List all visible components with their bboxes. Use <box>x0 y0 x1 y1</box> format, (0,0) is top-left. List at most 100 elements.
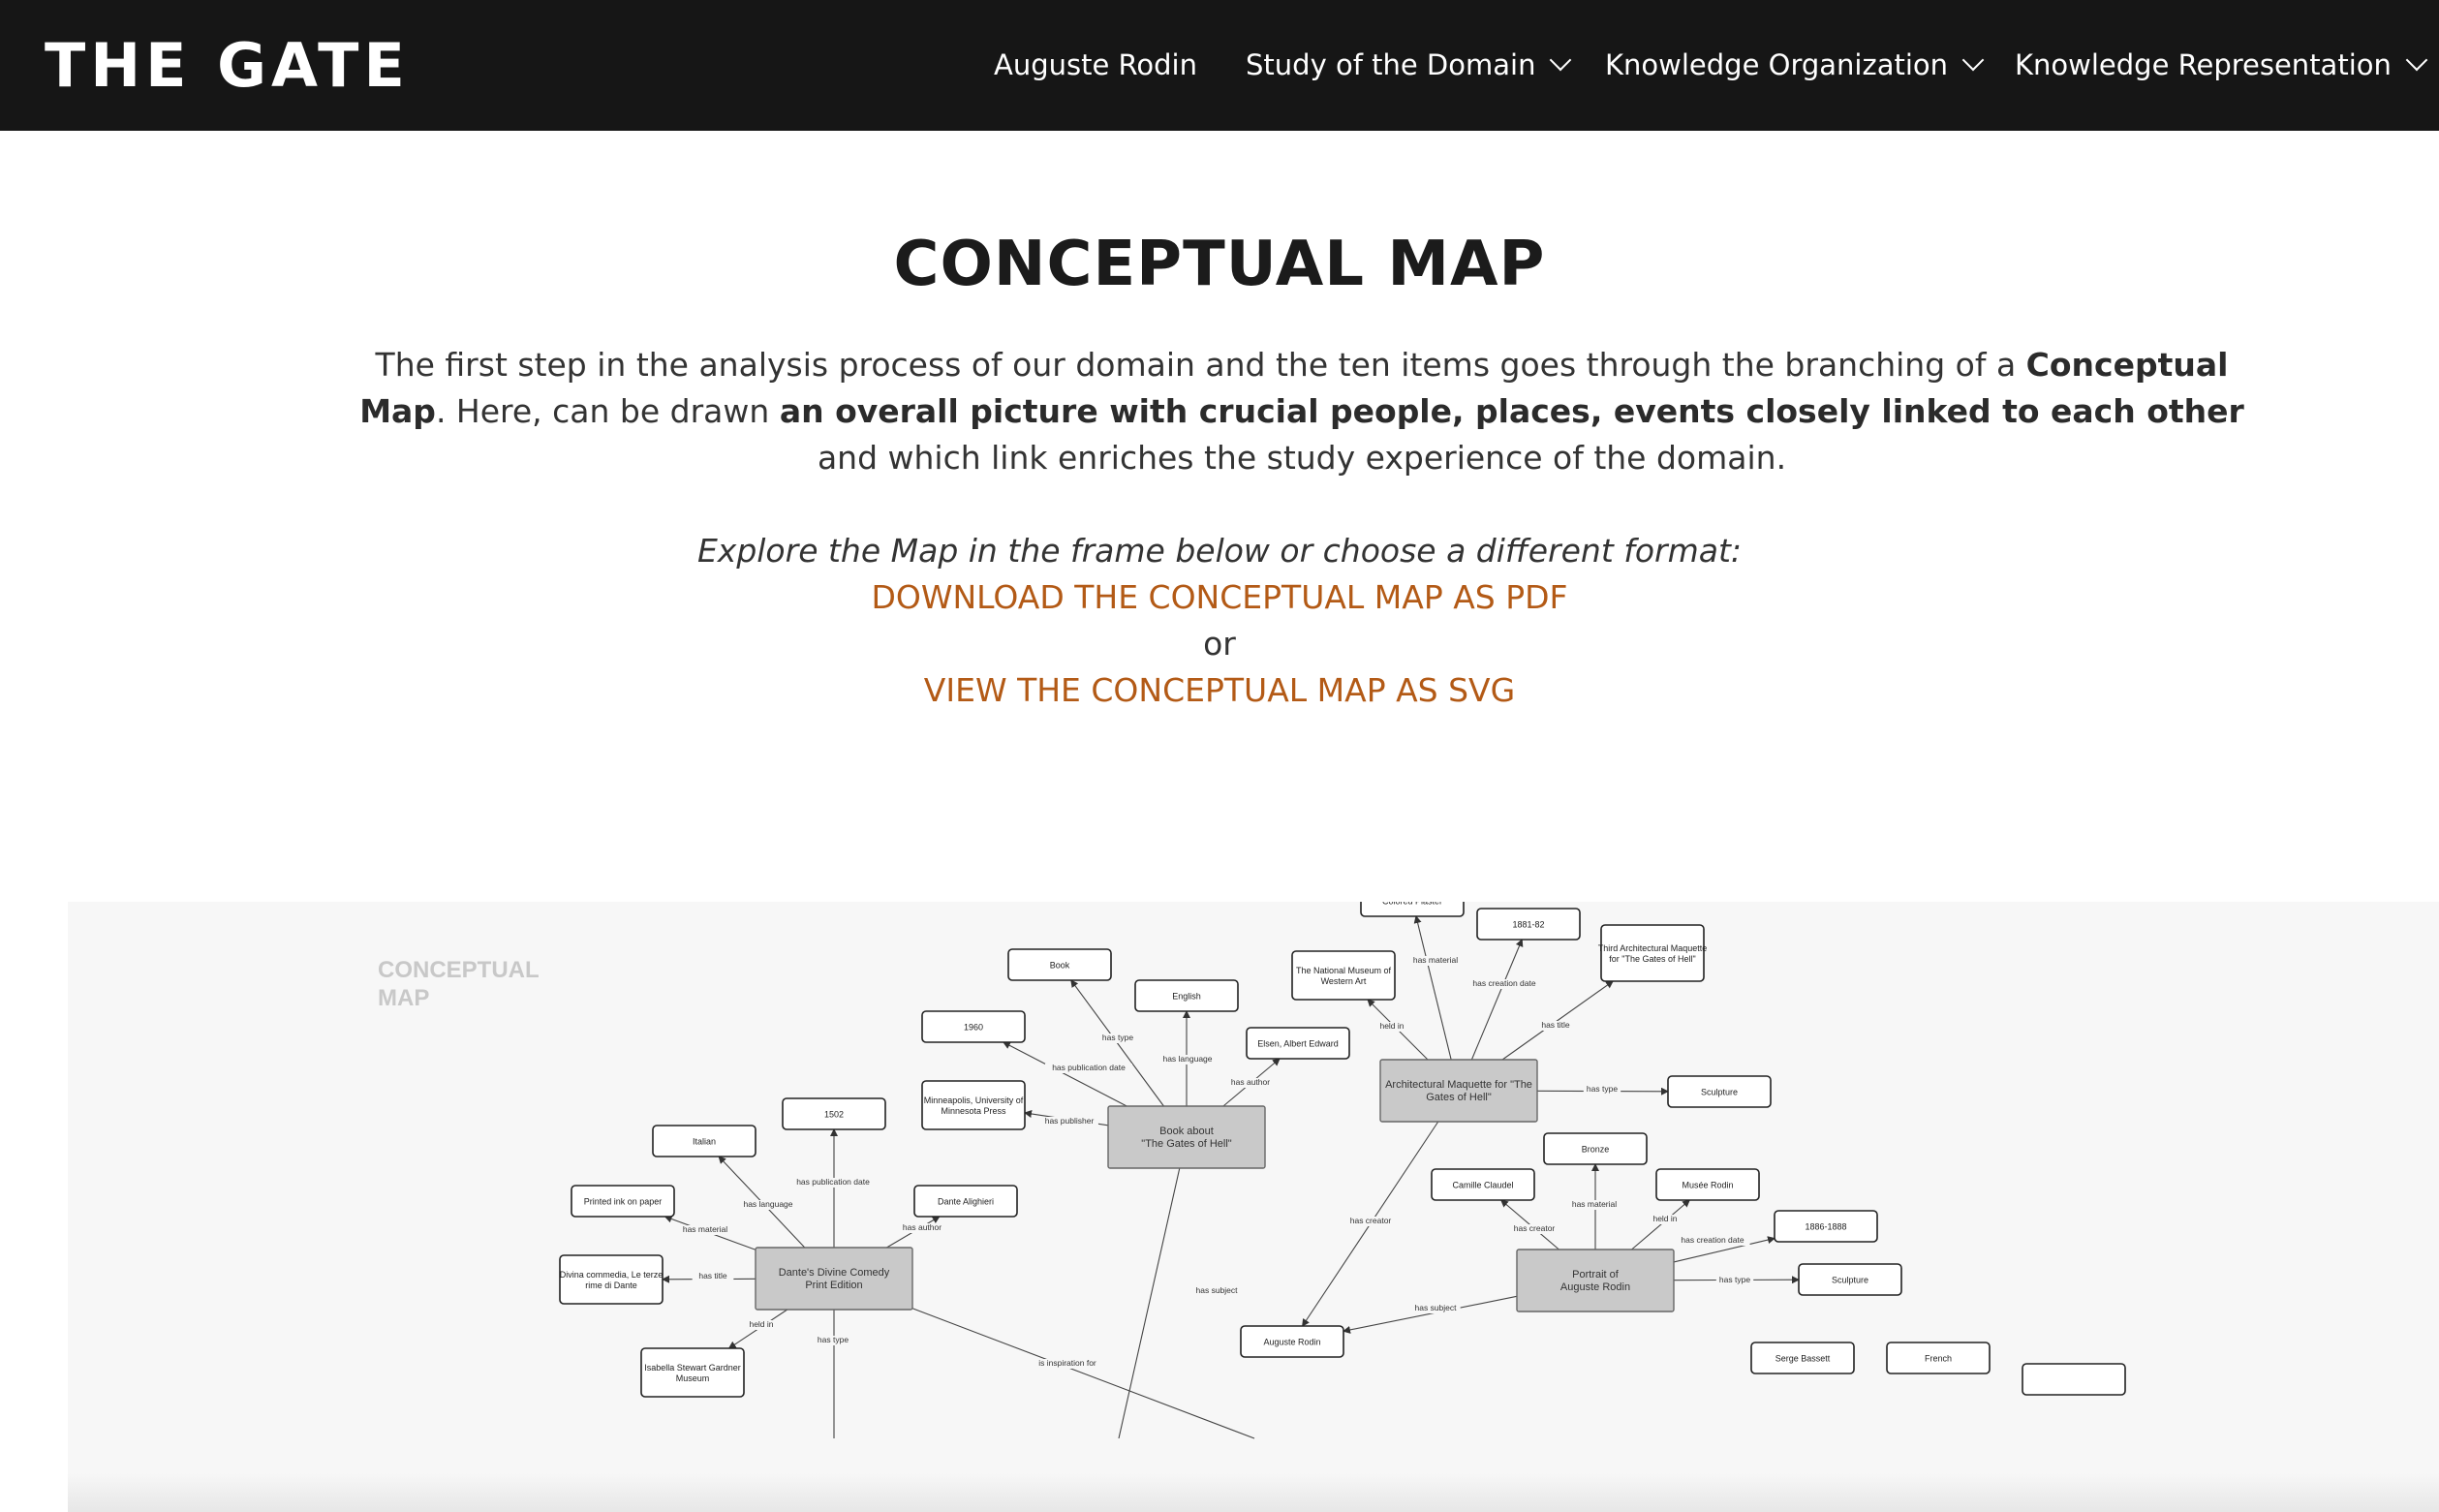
map-node-label: Camille Claudel <box>1452 1181 1513 1190</box>
map-node-label: Architectural Maquette for "The <box>1385 1079 1532 1091</box>
map-node[interactable]: Divina commedia, Le terzerime di Dante <box>560 1255 664 1304</box>
map-edge-label: has creation date <box>1681 1235 1744 1245</box>
map-node[interactable]: Isabella Stewart GardnerMuseum <box>641 1348 744 1397</box>
explore-text: Explore the Map in the frame below or ch… <box>0 528 2439 574</box>
nav-item-auguste-rodin[interactable]: Auguste Rodin <box>994 43 1197 87</box>
map-node[interactable]: The National Museum ofWestern Art <box>1292 951 1395 1000</box>
map-node[interactable]: Printed ink on paper <box>571 1186 674 1217</box>
map-edge <box>1471 940 1522 1060</box>
map-edge-label: has material <box>1572 1199 1617 1209</box>
nav-item-label: Knowledge Representation <box>2015 43 2392 87</box>
map-node-box <box>641 1348 744 1397</box>
map-node[interactable]: Sculpture <box>1668 1076 1771 1107</box>
map-node-label: Sculpture <box>1832 1276 1868 1285</box>
intro-text: . Here, can be drawn <box>436 392 780 430</box>
map-edge-label: has publication date <box>1052 1063 1126 1072</box>
map-node-label: Book about <box>1159 1126 1214 1137</box>
conceptual-map-frame[interactable]: CONCEPTUAL MAP has materialhas creation … <box>68 902 2439 1512</box>
map-node-label: Print Edition <box>805 1280 862 1291</box>
map-edge-label: has creator <box>1350 1216 1392 1225</box>
intro-text: The first step in the analysis process o… <box>376 346 2026 384</box>
map-node-label: Dante's Divine Comedy <box>779 1267 890 1279</box>
map-node[interactable]: 1960 <box>922 1011 1025 1042</box>
map-node[interactable]: Sculpture <box>1799 1264 1901 1295</box>
map-edge-label: has language <box>743 1199 792 1209</box>
map-node[interactable]: English <box>1135 980 1238 1011</box>
map-edge-label: has author <box>903 1222 942 1232</box>
chevron-down-icon <box>2406 49 2428 72</box>
map-node[interactable]: 1881-82 <box>1477 909 1580 940</box>
nav-item-study-of-the-domain[interactable]: Study of the Domain <box>1246 43 1568 87</box>
nav-item-knowledge-organization[interactable]: Knowledge Organization <box>1605 43 1981 87</box>
nav-item-knowledge-representation[interactable]: Knowledge Representation <box>2015 43 2424 87</box>
map-node[interactable]: Third Architectural Maquettefor "The Gat… <box>1598 925 1708 981</box>
map-node-box <box>756 1248 912 1310</box>
map-hub-node[interactable]: Architectural Maquette for "TheGates of … <box>1380 1060 1537 1122</box>
map-node[interactable]: French <box>1887 1342 1990 1373</box>
map-node-box <box>1108 1106 1265 1168</box>
map-node[interactable]: Minneapolis, University ofMinnesota Pres… <box>922 1081 1025 1129</box>
map-edge-label: has type <box>1719 1275 1750 1284</box>
map-node-label: Dante Alighieri <box>938 1197 994 1207</box>
map-node-label: 1886-1888 <box>1805 1222 1846 1232</box>
map-node-partial <box>2022 1364 2125 1395</box>
map-edge-label: has creator <box>1514 1223 1556 1233</box>
chevron-down-icon <box>1962 49 1985 72</box>
map-node-label: Printed ink on paper <box>584 1197 663 1207</box>
view-svg-link[interactable]: VIEW THE CONCEPTUAL MAP AS SVG <box>0 667 2439 714</box>
conceptual-map-svg[interactable]: has material has creation date has title he… <box>68 902 2439 1512</box>
page-title: CONCEPTUAL MAP <box>0 226 2439 303</box>
download-pdf-link[interactable]: DOWNLOAD THE CONCEPTUAL MAP AS PDF <box>0 574 2439 621</box>
map-node[interactable]: Auguste Rodin <box>1241 1326 1343 1357</box>
map-edge-label: has author <box>1231 1077 1270 1087</box>
intro-text: and which link enriches the study experi… <box>818 439 1786 477</box>
intro-bold-text: an overall picture with crucial people, … <box>780 392 2244 430</box>
map-node-label: Western Art <box>1321 976 1367 986</box>
map-node[interactable]: Colored Plaster <box>1361 902 1464 916</box>
map-node-label: English <box>1172 992 1201 1002</box>
map-hub-node[interactable]: Book about"The Gates of Hell" <box>1108 1106 1265 1168</box>
map-node[interactable]: Italian <box>653 1126 756 1157</box>
map-node-box <box>1292 951 1395 1000</box>
frame-bottom-fade <box>68 1473 2439 1512</box>
map-node[interactable]: Musée Rodin <box>1656 1169 1759 1200</box>
map-node-box <box>1517 1250 1674 1311</box>
map-node-label: Auguste Rodin <box>1560 1281 1630 1293</box>
map-edge <box>1416 916 1451 1060</box>
map-edge-label: held in <box>749 1319 773 1329</box>
map-node[interactable]: 1886-1888 <box>1775 1211 1877 1242</box>
map-edge-label: is inspiration for <box>1038 1358 1096 1368</box>
intro-paragraph: The first step in the analysis process o… <box>358 342 2245 481</box>
map-node-label: rime di Dante <box>585 1281 637 1290</box>
map-node[interactable]: Book <box>1008 949 1111 980</box>
map-node[interactable]: Elsen, Albert Edward <box>1247 1028 1349 1059</box>
map-hub-node[interactable]: Portrait ofAuguste Rodin <box>1517 1250 1674 1311</box>
map-node-box <box>1601 925 1704 981</box>
map-node[interactable]: Dante Alighieri <box>914 1186 1017 1217</box>
map-edge-label: has creation date <box>1472 978 1535 988</box>
map-edge-label: held in <box>1652 1214 1677 1223</box>
map-edge-label: has language <box>1162 1054 1212 1064</box>
map-node-box <box>1380 1060 1537 1122</box>
nav-item-label: Study of the Domain <box>1246 43 1535 87</box>
map-node-label: French <box>1925 1354 1952 1364</box>
map-node-label: Serge Bassett <box>1775 1354 1831 1364</box>
map-edge <box>1343 1296 1517 1331</box>
site-logo[interactable]: THE GATE <box>45 27 410 105</box>
map-node-label: Elsen, Albert Edward <box>1257 1039 1339 1049</box>
map-node[interactable]: 1502 <box>783 1098 885 1129</box>
map-node-label: 1502 <box>824 1110 844 1120</box>
map-node-label: Colored Plaster <box>1382 902 1442 907</box>
map-node[interactable]: Serge Bassett <box>1751 1342 1854 1373</box>
map-node-box <box>560 1255 663 1304</box>
map-node-label: Bronze <box>1582 1145 1610 1155</box>
nav-item-label: Auguste Rodin <box>994 43 1197 87</box>
map-node-label: Book <box>1050 961 1070 971</box>
map-node-label: Museum <box>676 1373 710 1383</box>
map-node[interactable]: Bronze <box>1544 1133 1647 1164</box>
map-hub-node[interactable]: Dante's Divine ComedyPrint Edition <box>756 1248 912 1310</box>
map-node[interactable]: Camille Claudel <box>1432 1169 1534 1200</box>
map-node-label: 1881-82 <box>1512 920 1544 930</box>
map-edge-label: has title <box>698 1271 727 1281</box>
map-node-label: 1960 <box>964 1023 983 1033</box>
